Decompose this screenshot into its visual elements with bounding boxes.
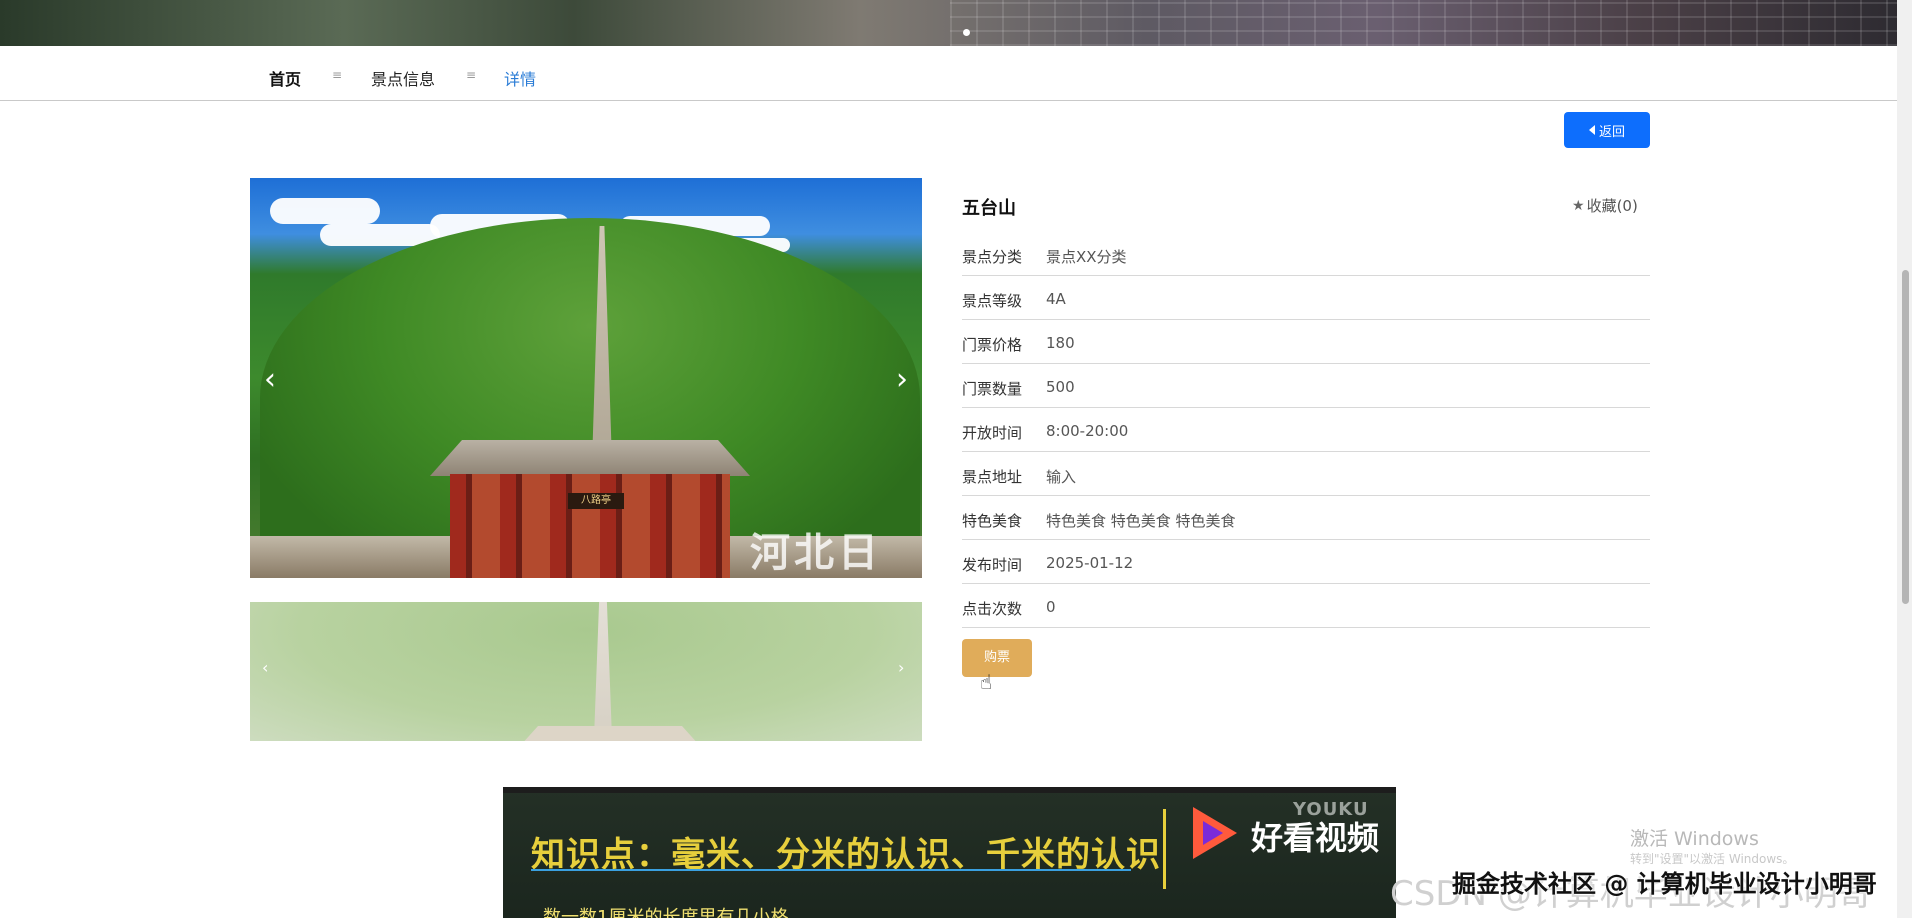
thumbnail-image	[250, 602, 922, 741]
scrollbar-thumb[interactable]	[1902, 270, 1909, 604]
star-icon: ★	[1572, 197, 1585, 214]
info-value: 500	[1046, 378, 1075, 396]
cloud	[270, 198, 380, 224]
info-row: 特色美食 特色美食 特色美食 特色美食	[962, 496, 1650, 540]
info-row: 点击次数 0	[962, 584, 1650, 628]
side-wall	[250, 536, 450, 578]
caret-left-icon	[1588, 125, 1595, 135]
info-value: 0	[1046, 598, 1056, 616]
back-button[interactable]: 返回	[1564, 112, 1650, 148]
video-divider	[1163, 809, 1166, 889]
attraction-title: 五台山	[962, 198, 1016, 219]
info-label: 景点等级	[962, 292, 1023, 310]
favorite-label: 收藏(0)	[1586, 197, 1638, 215]
info-row: 门票价格 180	[962, 320, 1650, 364]
youku-logo: YOUKU	[1293, 799, 1369, 820]
chevron-right-icon[interactable]: ›	[890, 360, 914, 400]
info-value: 景点XX分类	[1046, 248, 1127, 266]
hand-cursor-icon: ☝	[980, 670, 993, 694]
pavilion	[450, 474, 730, 578]
info-label: 发布时间	[962, 556, 1023, 574]
video-underline	[531, 869, 1131, 871]
chevron-right-icon[interactable]: ›	[898, 658, 904, 677]
breadcrumb-separator-icon: ≡	[332, 68, 343, 82]
info-row: 开放时间 8:00-20:00	[962, 408, 1650, 452]
info-label: 门票价格	[962, 336, 1023, 354]
info-label: 开放时间	[962, 424, 1023, 442]
thumbnail-strip[interactable]: ‹ ›	[250, 602, 922, 741]
breadcrumb-info[interactable]: 景点信息	[371, 66, 435, 90]
play-logo-inner-icon	[1203, 821, 1223, 845]
info-value: 4A	[1046, 290, 1066, 308]
breadcrumb-current: 详情	[504, 70, 537, 89]
video-overlay: 知识点：毫米、分米的认识、千米的认识 数一数1厘米的长度里有几小格 好看视频 Y…	[503, 787, 1396, 918]
pavilion-sign: 八路亭	[568, 493, 624, 509]
info-label: 特色美食	[962, 512, 1023, 530]
info-value: 2025-01-12	[1046, 554, 1134, 572]
top-banner	[0, 0, 1912, 46]
info-row: 门票数量 500	[962, 364, 1650, 408]
info-label: 景点分类	[962, 248, 1023, 266]
chevron-left-icon[interactable]: ‹	[262, 658, 268, 677]
info-row: 发布时间 2025-01-12	[962, 540, 1650, 584]
info-row: 景点地址 输入	[962, 452, 1650, 496]
info-row: 景点分类 景点XX分类	[962, 232, 1650, 276]
juejin-watermark: 掘金技术社区 @ 计算机毕业设计小明哥	[1452, 870, 1877, 898]
video-topline	[503, 787, 1396, 793]
video-subline: 数一数1厘米的长度里有几小格	[543, 907, 789, 918]
breadcrumb-home[interactable]: 首页	[269, 66, 301, 90]
info-value: 输入	[1046, 468, 1077, 486]
info-label: 门票数量	[962, 380, 1023, 398]
info-label: 点击次数	[962, 600, 1023, 618]
pavilion-roof	[430, 440, 750, 476]
info-row: 景点等级 4A	[962, 276, 1650, 320]
info-value: 特色美食 特色美食 特色美食	[1046, 512, 1236, 530]
banner-tiles	[950, 0, 1912, 46]
windows-activation-title: 激活 Windows	[1630, 828, 1759, 850]
carousel-indicator[interactable]	[963, 29, 970, 36]
info-value: 8:00-20:00	[1046, 422, 1129, 440]
image-watermark: 河北日报	[750, 529, 882, 576]
favorite-button[interactable]: ★ 收藏(0)	[1572, 195, 1638, 216]
info-label: 景点地址	[962, 468, 1023, 486]
back-button-label: 返回	[1598, 124, 1625, 140]
breadcrumb-separator-icon: ≡	[466, 68, 477, 82]
info-value: 180	[1046, 334, 1075, 352]
thumbnail-roof	[520, 726, 700, 741]
main-image-carousel[interactable]: 八路亭 河北日报 ‹ ›	[250, 178, 922, 578]
buy-ticket-button[interactable]: 购票	[962, 639, 1032, 677]
chevron-left-icon[interactable]: ‹	[258, 360, 282, 400]
